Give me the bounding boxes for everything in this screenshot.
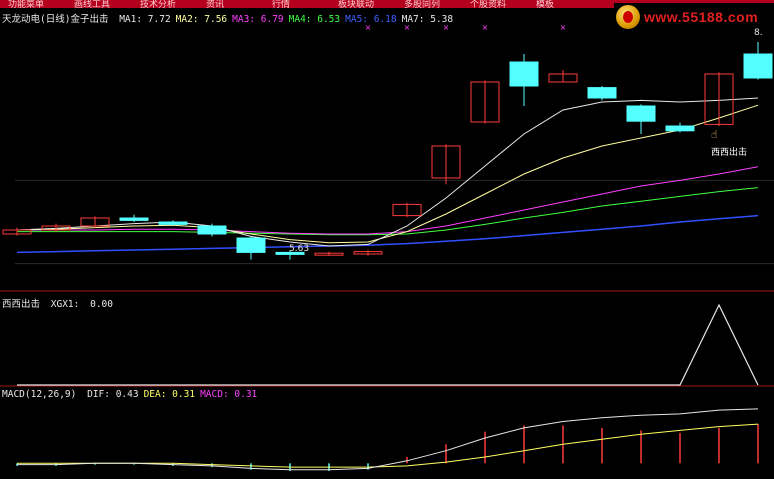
candle-body (587, 87, 617, 99)
macd-panel-title: MACD(12,26,9) (2, 389, 77, 400)
main-chart-title: 天龙动电(日线)金子出击 (2, 14, 109, 25)
candle-body (197, 225, 227, 235)
candle-body (236, 237, 266, 253)
legend-ma5: MA5: 6.18 (345, 14, 397, 25)
signal-marker: × (482, 23, 489, 32)
mid-item-label: XGX1 (50, 299, 74, 310)
candle-body (158, 221, 188, 225)
main-legend-items: MA1: 7.72 MA2: 7.56 MA3: 6.79 MA4: 6.53 MA5:… (119, 14, 458, 25)
dif-line (17, 408, 759, 471)
candle-body (743, 53, 773, 79)
price-high-label: 8. (754, 28, 763, 38)
hand-pointer-icon: ☝ (711, 128, 718, 141)
legend-ma4: MA4: 6.53 (288, 14, 341, 25)
macd-legend: MACD(12,26,9) DIF: 0.43 DEA: 0.31 MACD: 0.… (2, 389, 267, 400)
price-low-label: 5.63 (289, 244, 310, 254)
candle-body (509, 61, 539, 87)
legend-ma3: MA3: 6.79 (232, 14, 284, 25)
macd-legend-dif: DIF: 0.43 (87, 389, 139, 400)
mid-panel-title: 西西出击 (2, 299, 41, 310)
ma2-line (16, 104, 759, 244)
signal-label: 西西出击 (711, 148, 748, 158)
macd-legend-items: DIF: 0.43 DEA: 0.31 MACD: 0.31 (87, 389, 262, 400)
mid-legend: 西西出击 XGX1: 0.00 (2, 299, 113, 310)
legend-ma7: MA7: 5.38 (401, 14, 454, 25)
legend-ma1: MA1: 7.72 (119, 14, 171, 25)
mid-item-value: 0.00 (90, 299, 113, 310)
candle-body (119, 217, 149, 221)
ma4-line (17, 187, 759, 236)
candle-body (665, 125, 695, 132)
candle-body (626, 105, 656, 122)
macd-legend-dea: DEA: 0.31 (143, 389, 196, 400)
signal-marker: × (560, 23, 567, 32)
stock-chart: × × × × × (0, 23, 774, 471)
macd-legend-macd: MACD: 0.31 (200, 389, 258, 400)
legend-ma2: MA2: 7.56 (175, 14, 228, 25)
main-legend: 天龙动电(日线)金子出击 MA1: 7.72 MA2: 7.56 MA3: 6.79… (2, 11, 463, 25)
xgx1-line (17, 303, 759, 386)
dea-line (17, 423, 759, 468)
